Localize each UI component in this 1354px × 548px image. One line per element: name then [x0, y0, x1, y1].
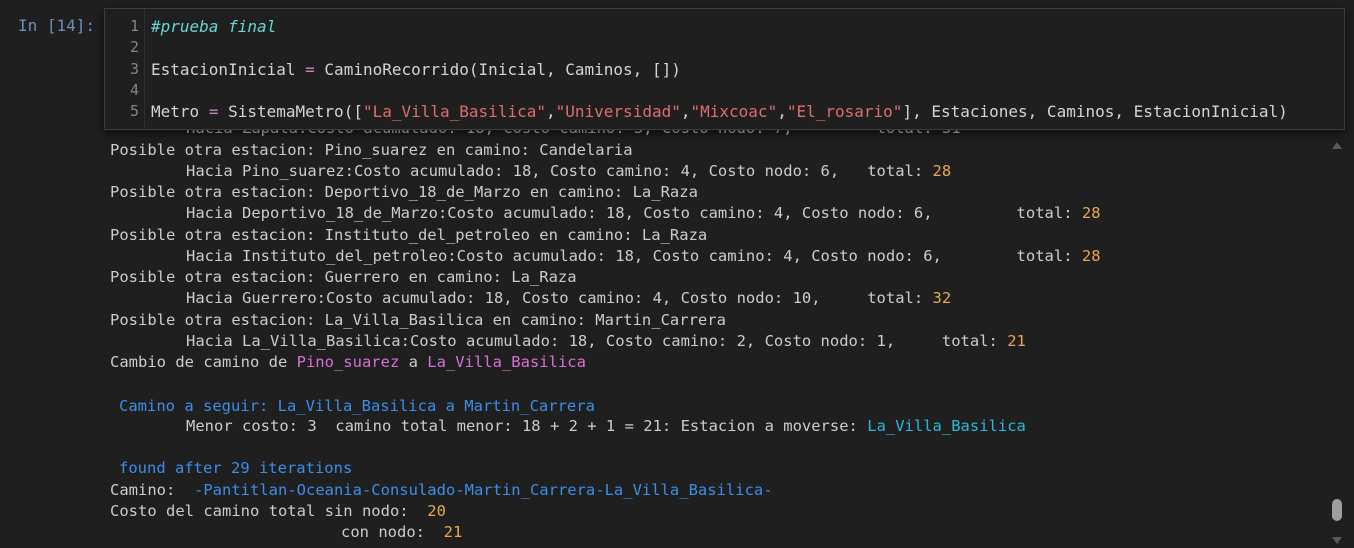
output-line-posible: Posible otra estacion: Guerrero en camin…: [110, 268, 577, 286]
scrollbar-thumb[interactable]: [1332, 499, 1342, 521]
path-value: -Pantitlan-Oceania-Consulado-Martin_Carr…: [194, 481, 773, 499]
output-line-camino-seguir: Camino a seguir: La_Villa_Basilica a Mar…: [119, 397, 595, 415]
code-line-metro[interactable]: Metro = SistemaMetro(["La_Villa_Basilica…: [151, 101, 1288, 122]
total-value: 21: [1007, 332, 1026, 350]
output-line-cambio: Cambio de camino de Pino_suarez a La_Vil…: [110, 353, 586, 371]
line-number: 3: [129, 60, 139, 78]
line-number-gutter: 1 2 3 4 5: [105, 9, 145, 129]
total-value: 28: [1081, 247, 1101, 265]
output-line-hacia: Hacia Deportivo_18_de_Marzo:Costo acumul…: [186, 204, 1101, 222]
output-line-hacia: Hacia La_Villa_Basilica:Costo acumulado:…: [186, 332, 1026, 350]
output-line-hacia: Hacia Pino_suarez:Costo acumulado: 18, C…: [186, 162, 952, 180]
total-value: 28: [932, 162, 952, 180]
station-from: Pino_suarez: [296, 353, 400, 371]
output-area: Hacia Zapata:Costo acumulado: 18, Costo …: [0, 108, 1320, 548]
output-line-posible: Posible otra estacion: Deportivo_18_de_M…: [110, 183, 698, 201]
code-line-comment[interactable]: #prueba final: [151, 16, 276, 37]
station-to: La_Villa_Basilica: [427, 353, 586, 371]
output-line-hacia: Hacia Guerrero:Costo acumulado: 18, Cost…: [186, 289, 952, 307]
station-move: La_Villa_Basilica: [867, 417, 1026, 435]
code-line-estacion-inicial[interactable]: EstacionInicial = CaminoRecorrido(Inicia…: [151, 59, 681, 80]
output-line-posible: Posible otra estacion: Pino_suarez en ca…: [110, 141, 633, 159]
line-number: 2: [129, 38, 139, 56]
output-line-posible: Posible otra estacion: Instituto_del_pet…: [110, 226, 708, 244]
total-value: 32: [932, 289, 952, 307]
output-line-costo-con: con nodo: 21: [341, 523, 463, 541]
output-scrollbar[interactable]: [1326, 132, 1348, 548]
output-line-found: found after 29 iterations: [119, 459, 353, 477]
scroll-up-arrow-icon[interactable]: [1332, 142, 1342, 149]
output-line-posible: Posible otra estacion: La_Villa_Basilica…: [110, 311, 726, 329]
code-cell-editor[interactable]: 1 2 3 4 5 #prueba final EstacionInicial …: [104, 8, 1345, 130]
output-line-hacia: Hacia Instituto_del_petroleo:Costo acumu…: [186, 247, 1101, 265]
output-line-costo-sin: Costo del camino total sin nodo: 20: [110, 502, 446, 520]
line-number: 1: [129, 17, 139, 35]
cell-prompt: In [14]:: [18, 16, 96, 35]
output-line-menor: Menor costo: 3 camino total menor: 18 + …: [186, 417, 1026, 435]
line-number: 5: [129, 102, 139, 120]
output-line-camino: Camino: -Pantitlan-Oceania-Consulado-Mar…: [110, 481, 773, 499]
costo-con-value: 21: [443, 523, 463, 541]
scroll-down-arrow-icon[interactable]: [1332, 537, 1342, 544]
total-value: 28: [1081, 204, 1101, 222]
line-number: 4: [129, 81, 139, 99]
costo-sin-value: 20: [427, 502, 446, 520]
